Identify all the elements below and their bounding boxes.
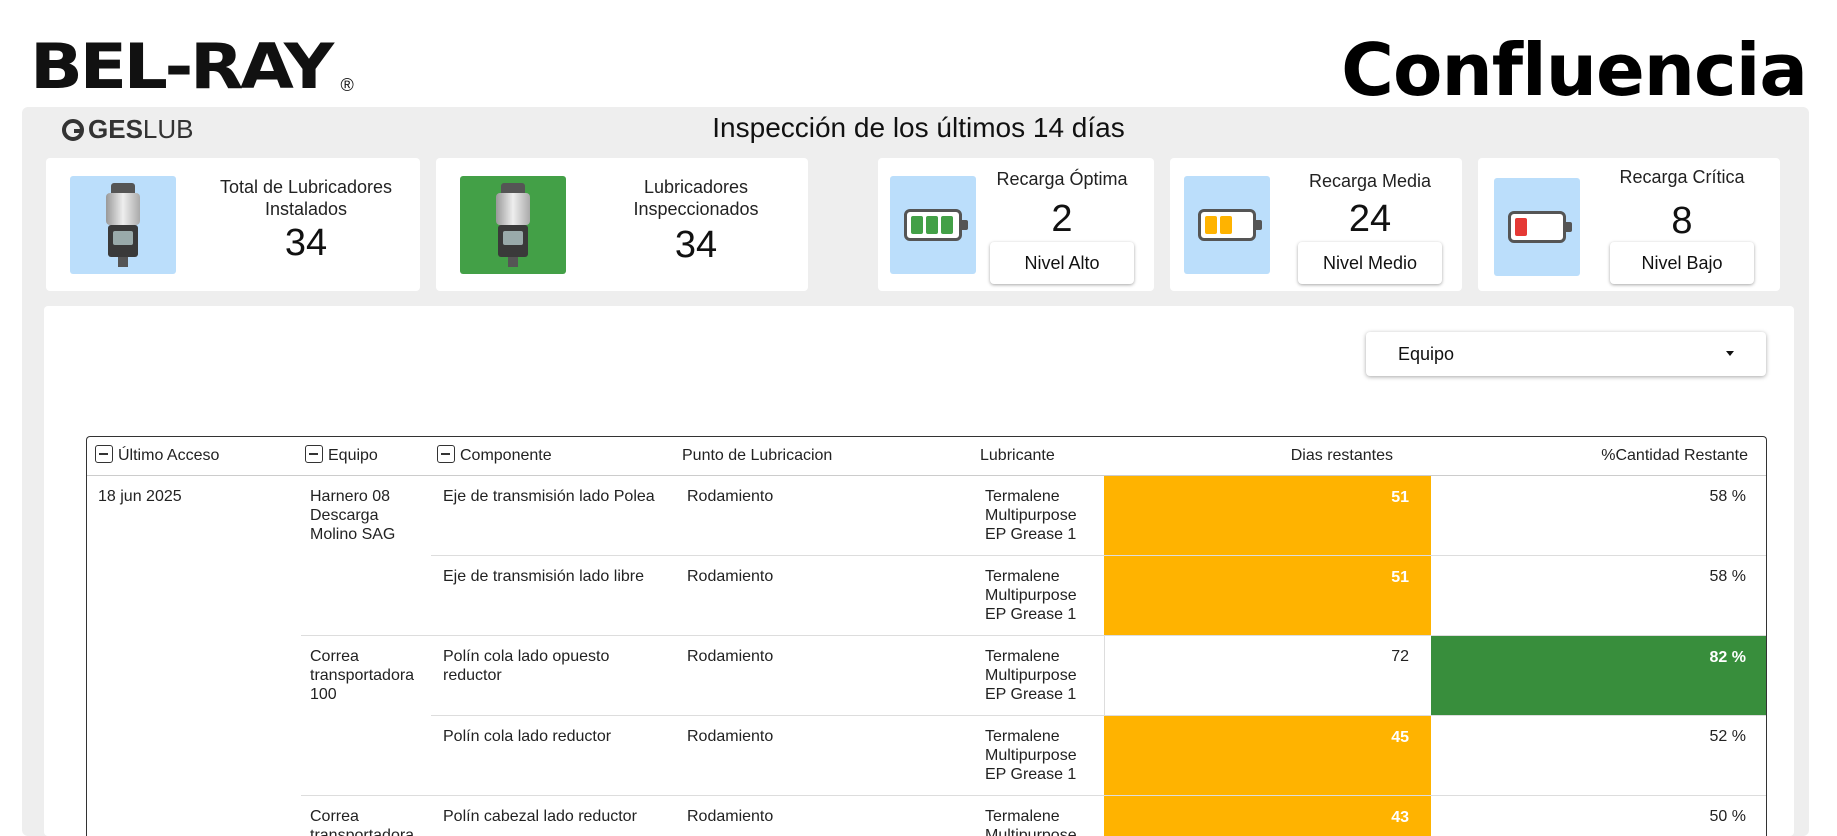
client-name: Confluencia [1341,28,1808,112]
cell-cantidad: 82 % [1431,636,1766,715]
collapse-icon[interactable] [95,445,113,463]
belray-logo-text: BEL-RAY [30,30,334,103]
nivel-bajo-button[interactable]: Nivel Bajo [1610,242,1754,284]
col-header-lubricante[interactable]: Lubricante [980,437,1055,475]
kpi-card-medium: Recarga Media 24 Nivel Medio [1170,158,1462,291]
nivel-medio-button[interactable]: Nivel Medio [1298,242,1442,284]
cell-componente: Polín cabezal lado reductor [443,808,637,825]
cell-componente: Polín cola lado opuesto reductor [443,648,610,684]
equipo-dropdown-label: Equipo [1398,343,1455,364]
cell-punto: Rodamiento [687,488,774,505]
cell-dias: 51 [1104,556,1431,635]
cell-fecha: 18 jun 2025 [98,488,182,505]
kpi-medium-value: 24 [1348,198,1392,240]
cell-dias: 51 [1104,476,1431,555]
cell-punto: Rodamiento [687,728,774,745]
cell-dias: 43 [1104,796,1431,836]
equipo-dropdown[interactable]: Equipo [1366,332,1766,376]
cell-dias: 72 [1104,635,1431,715]
col-header-label: Componente [460,447,552,464]
col-header-label: Último Acceso [118,447,220,464]
cell-lubricante: Termalene Multipurpose EP Grease 1 [985,648,1077,703]
battery-half-icon [1198,209,1262,241]
cell-lubricante: Termalene Multipurpose EP Grease 1 [985,728,1077,783]
belray-logo: BEL-RAY ® [30,36,354,98]
battery-full-icon [904,209,968,241]
kpi-medium-image [1184,176,1270,274]
cell-lubricante: Termalene Multipurpose EP Grease 1 [985,568,1077,623]
lubricator-icon [493,183,533,267]
battery-low-icon [1508,211,1572,243]
cell-componente: Polín cola lado reductor [443,728,612,745]
col-header-cantidad[interactable]: %Cantidad Restante [1431,437,1766,475]
kpi-critical-image [1494,178,1580,276]
cell-equipo: Correa transportadora [310,808,415,836]
col-header-punto[interactable]: Punto de Lubricacion [682,437,832,475]
col-header-equipo[interactable]: Equipo [305,437,378,475]
cell-cantidad: 58 % [1709,488,1746,505]
cell-punto: Rodamiento [687,568,774,585]
registered-mark: ® [340,75,354,95]
kpi-total-value: 34 [284,222,328,264]
top-bar: BEL-RAY ® Confluencia [0,0,1837,112]
kpi-inspected-image [460,176,566,274]
col-header-ultimo-acceso[interactable]: Último Acceso [95,437,219,475]
caret-down-icon [1726,351,1734,356]
kpi-inspected-title-line2: Inspeccionados [633,199,759,219]
kpi-total-title-line1: Total de Lubricadores [219,177,393,197]
kpi-total-title: Total de Lubricadores Instalados [206,176,406,220]
cell-cantidad: 50 % [1709,808,1746,825]
kpi-critical-value: 8 [1671,200,1693,242]
kpi-total-image [70,176,176,274]
kpi-card-inspected: Lubricadores Inspeccionados 34 [436,158,808,291]
cell-cantidad: 52 % [1709,728,1746,745]
cell-equipo: Correa transportadora 100 [310,648,415,703]
kpi-medium-title: Recarga Media [1308,171,1432,191]
nivel-alto-button[interactable]: Nivel Alto [990,242,1134,284]
col-header-dias[interactable]: Dias restantes [1104,437,1415,475]
page-title: Inspección de los últimos 14 días [712,112,1125,143]
col-header-label: Equipo [328,447,378,464]
cell-equipo: Harnero 08 Descarga Molino SAG [310,488,396,543]
cell-lubricante: Termalene Multipurpose EP Grease 1 [985,488,1077,543]
kpi-critical-title: Recarga Crítica [1619,167,1745,187]
kpi-optimal-title: Recarga Óptima [996,169,1128,189]
cell-componente: Eje de transmisión lado Polea [443,488,655,505]
lubricator-icon [103,183,143,267]
cell-componente: Eje de transmisión lado libre [443,568,644,585]
kpi-optimal-image [890,176,976,274]
kpi-total-title-line2: Instalados [264,199,348,219]
kpi-inspected-value: 34 [674,224,718,266]
col-header-componente[interactable]: Componente [437,437,552,475]
collapse-icon[interactable] [305,445,323,463]
lubrication-table: Último Acceso Equipo Componente Punto de… [86,436,1767,836]
cell-cantidad: 58 % [1709,568,1746,585]
collapse-icon[interactable] [437,445,455,463]
kpi-card-optimal: Recarga Óptima 2 Nivel Alto [878,158,1154,291]
kpi-card-total: Total de Lubricadores Instalados 34 [46,158,420,291]
cell-lubricante: Termalene Multipurpose [985,808,1077,836]
cell-punto: Rodamiento [687,808,774,825]
kpi-inspected-title-line1: Lubricadores [643,177,749,197]
kpi-optimal-value: 2 [1051,198,1073,240]
cell-dias: 45 [1104,716,1431,795]
kpi-inspected-title: Lubricadores Inspeccionados [596,176,796,220]
kpi-card-critical: Recarga Crítica 8 Nivel Bajo [1478,158,1780,291]
cell-punto: Rodamiento [687,648,774,665]
